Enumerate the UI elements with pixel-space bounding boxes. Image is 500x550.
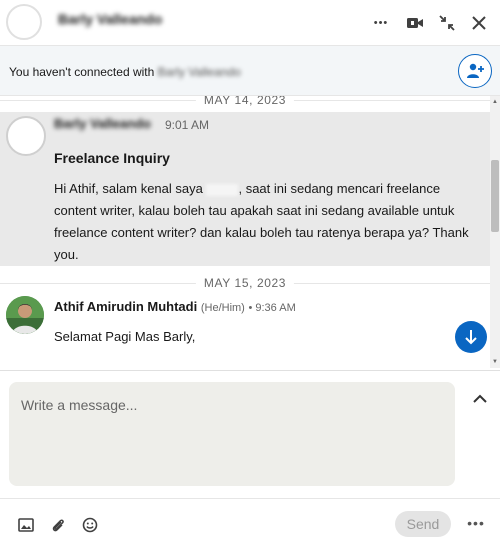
chevron-up-icon bbox=[473, 394, 487, 403]
message-time: • 9:36 AM bbox=[248, 302, 296, 314]
sender-header: Athif Amirudin Muhtadi (He/Him) • 9:36 A… bbox=[54, 299, 296, 314]
paperclip-icon bbox=[52, 519, 64, 532]
video-icon bbox=[407, 18, 423, 28]
more-options-button[interactable]: ••• bbox=[368, 10, 394, 36]
contact-avatar[interactable] bbox=[6, 4, 42, 40]
attach-image-button[interactable] bbox=[16, 515, 36, 535]
compose-toolbar: Send ••• bbox=[0, 498, 500, 550]
date-label: MAY 14, 2023 bbox=[195, 96, 295, 107]
scroll-up-arrow-icon[interactable]: ▲ bbox=[490, 98, 500, 106]
message-thread[interactable]: MAY 14, 2023 Barly Valleando 9:01 AM Fre… bbox=[0, 96, 490, 368]
date-separator: MAY 15, 2023 bbox=[0, 276, 490, 290]
close-button[interactable] bbox=[466, 10, 492, 36]
redacted-name bbox=[206, 183, 239, 196]
sender-avatar[interactable] bbox=[6, 296, 44, 334]
connection-notice-text: You haven't connected with Barly Vallean… bbox=[9, 65, 241, 79]
emoji-button[interactable] bbox=[80, 515, 100, 535]
send-button[interactable]: Send bbox=[395, 511, 451, 537]
arrow-down-icon bbox=[465, 330, 477, 345]
attach-file-button[interactable] bbox=[48, 515, 68, 535]
sender-avatar[interactable] bbox=[6, 116, 46, 156]
sender-name[interactable]: Barly Valleando bbox=[54, 116, 151, 131]
add-connection-button[interactable] bbox=[458, 54, 492, 88]
sender-pronoun: (He/Him) bbox=[200, 302, 245, 314]
minimize-button[interactable] bbox=[434, 10, 460, 36]
scroll-thumb[interactable] bbox=[491, 160, 499, 232]
connection-notice-prefix: You haven't connected with bbox=[9, 65, 158, 79]
expand-compose-button[interactable] bbox=[468, 390, 492, 408]
date-separator: MAY 14, 2023 bbox=[0, 96, 490, 107]
message-body: Hi Athif, salam kenal saya , saat ini se… bbox=[54, 178, 479, 266]
sender-name[interactable]: Athif Amirudin Muhtadi bbox=[54, 299, 197, 314]
scroll-down-arrow-icon[interactable]: ▼ bbox=[490, 358, 500, 366]
contact-name[interactable]: Barly Valleando bbox=[58, 11, 162, 27]
date-label: MAY 15, 2023 bbox=[195, 276, 295, 290]
compose-options-button[interactable]: ••• bbox=[465, 513, 487, 533]
jump-to-latest-button[interactable] bbox=[455, 321, 487, 353]
message-item: Barly Valleando 9:01 AM Freelance Inquir… bbox=[0, 112, 490, 266]
video-call-button[interactable] bbox=[402, 10, 428, 36]
message-item: Athif Amirudin Muhtadi (He/Him) • 9:36 A… bbox=[0, 292, 490, 368]
message-time: 9:01 AM bbox=[165, 118, 210, 132]
connection-notice-name: Barly Valleando bbox=[157, 65, 241, 79]
close-icon bbox=[472, 16, 486, 30]
emoji-icon bbox=[82, 517, 98, 533]
message-body-part1: Hi Athif, salam kenal saya bbox=[54, 181, 207, 196]
chat-header: Barly Valleando ••• bbox=[0, 0, 500, 46]
thread-scrollbar[interactable]: ▲ ▼ bbox=[490, 96, 500, 368]
image-icon bbox=[18, 518, 34, 532]
compress-icon bbox=[439, 15, 455, 31]
message-input[interactable] bbox=[9, 382, 455, 486]
message-body: Selamat Pagi Mas Barly, bbox=[54, 329, 196, 344]
add-person-icon bbox=[467, 63, 484, 78]
message-subject: Freelance Inquiry bbox=[54, 150, 170, 166]
more-icon: ••• bbox=[467, 515, 485, 531]
connection-notice: You haven't connected with Barly Vallean… bbox=[0, 46, 500, 96]
more-icon: ••• bbox=[373, 17, 389, 29]
